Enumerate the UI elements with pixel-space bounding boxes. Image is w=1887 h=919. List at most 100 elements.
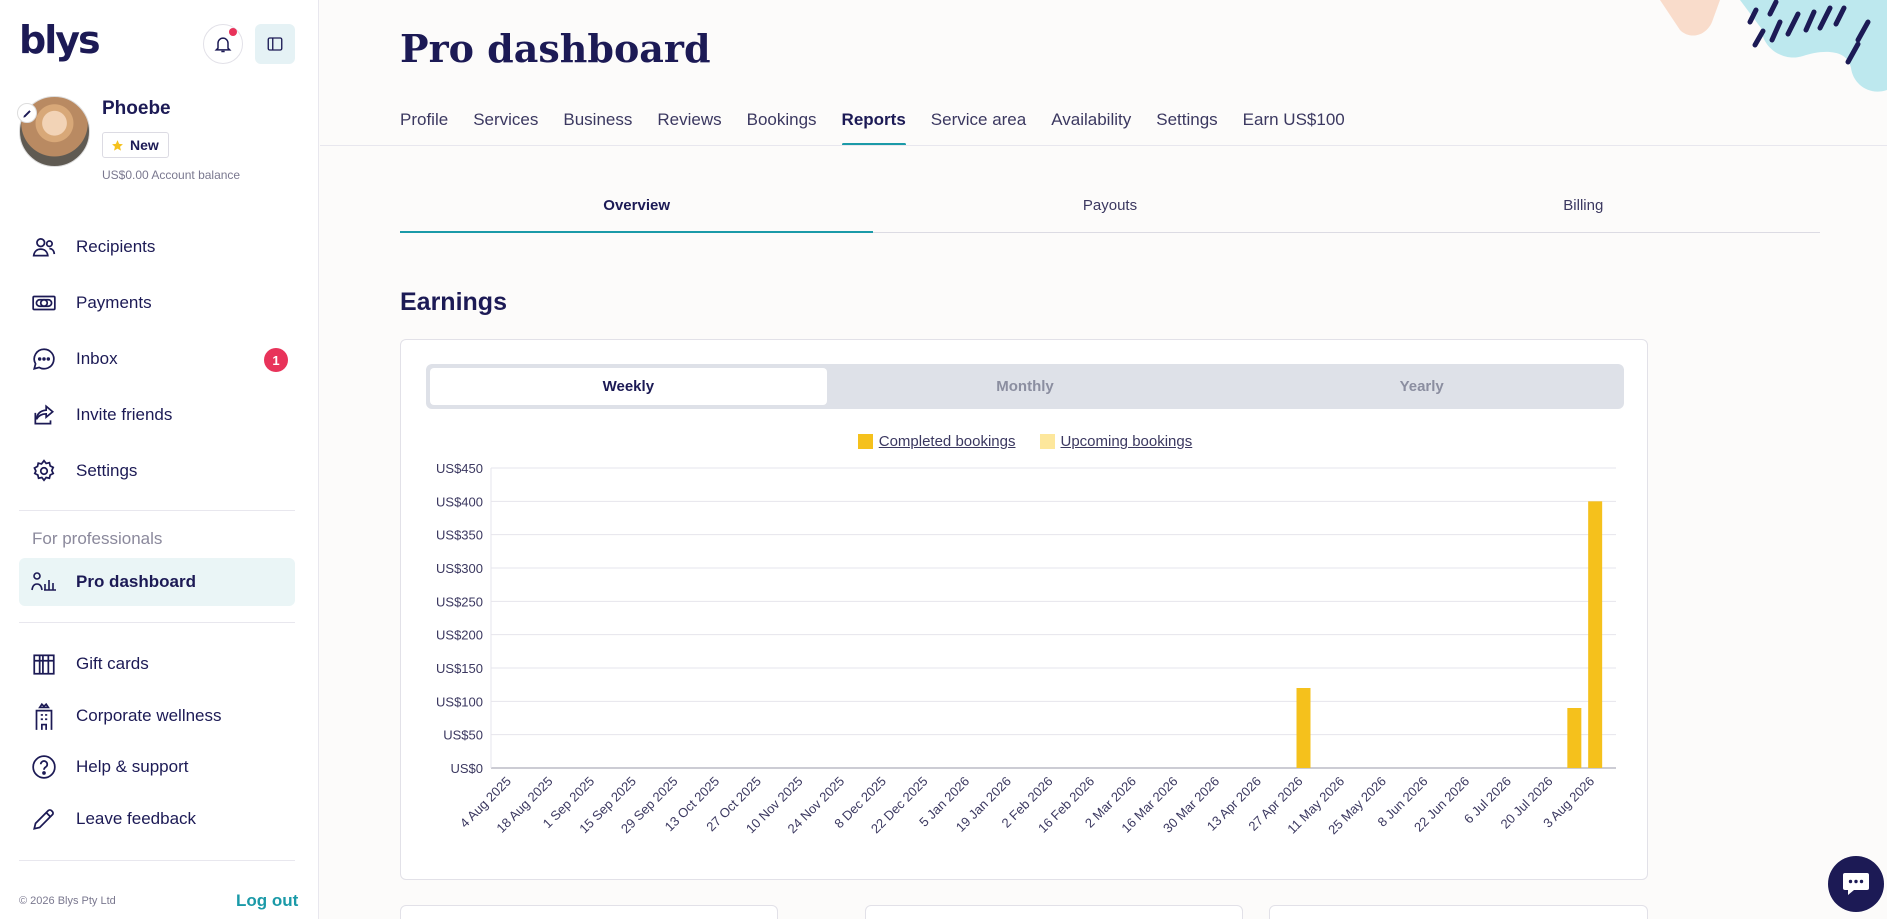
user-name: Phoebe	[102, 98, 171, 119]
logout-link[interactable]: Log out	[236, 891, 298, 911]
tab-availability[interactable]: Availability	[1051, 110, 1131, 145]
tab-settings[interactable]: Settings	[1156, 110, 1217, 145]
legend-label: Upcoming bookings	[1060, 433, 1193, 450]
sidebar-item-label: Recipients	[76, 237, 156, 256]
bell-icon	[214, 37, 232, 53]
sidebar-item-corporate-wellness[interactable]: Corporate wellness	[19, 692, 295, 740]
status-badge-label: New	[130, 137, 159, 153]
period-weekly-button[interactable]: Weekly	[430, 368, 827, 405]
main-tabs: Profile Services Business Reviews Bookin…	[400, 110, 1370, 146]
sidebar-item-label: Corporate wellness	[76, 706, 222, 725]
sidebar-item-leave-feedback[interactable]: Leave feedback	[19, 795, 295, 843]
legend-swatch	[1039, 434, 1055, 449]
sidebar-toggle-icon	[267, 37, 283, 51]
legend-swatch	[857, 434, 873, 449]
tab-services[interactable]: Services	[473, 110, 538, 145]
sidebar-item-label: Gift cards	[76, 654, 149, 673]
tab-earn[interactable]: Earn US$100	[1243, 110, 1345, 145]
sidebar-item-label: Payments	[76, 293, 152, 312]
sidebar-item-payments[interactable]: Payments	[19, 279, 295, 327]
sidebar-divider	[19, 510, 295, 511]
notification-dot	[229, 28, 237, 36]
balance-label: Account balance	[151, 168, 241, 182]
sidebar-item-pro-dashboard[interactable]: Pro dashboard	[19, 558, 295, 606]
earnings-card: Weekly Monthly Yearly Completed bookings…	[400, 339, 1648, 880]
sidebar-item-label: Invite friends	[76, 405, 173, 424]
tab-reports[interactable]: Reports	[841, 110, 907, 146]
main-content: Pro dashboard Profile Services Business …	[320, 0, 1887, 919]
y-tick-label: US$250	[436, 594, 483, 609]
chart-legend: Completed bookings Upcoming bookings	[401, 433, 1649, 450]
legend-label: Completed bookings	[878, 433, 1016, 450]
help-icon	[29, 752, 59, 782]
legend-upcoming-bookings[interactable]: Upcoming bookings	[1039, 433, 1193, 450]
sidebar-item-label: Inbox	[76, 349, 118, 368]
chat-bubble-icon	[29, 344, 59, 374]
legend-completed-bookings[interactable]: Completed bookings	[857, 433, 1016, 450]
cash-icon	[29, 288, 59, 318]
tab-bookings[interactable]: Bookings	[747, 110, 817, 145]
chat-icon	[1843, 873, 1869, 895]
sidebar-item-inbox[interactable]: Inbox 1	[19, 335, 295, 383]
building-icon	[29, 701, 59, 731]
live-chat-button[interactable]	[1828, 856, 1884, 912]
sidebar-item-label: Leave feedback	[76, 809, 197, 828]
notifications-button[interactable]	[203, 24, 243, 64]
sidebar-toggle-button[interactable]	[255, 24, 295, 64]
account-balance: US$0.00 Account balance	[102, 168, 240, 182]
section-label: For professionals	[32, 529, 163, 548]
subtab-billing[interactable]: Billing	[1347, 186, 1820, 232]
sidebar: blys Phoebe New US$0.00 Account balance …	[0, 0, 319, 919]
y-tick-label: US$150	[436, 661, 483, 676]
period-yearly-button[interactable]: Yearly	[1223, 368, 1620, 405]
tab-profile[interactable]: Profile	[400, 110, 448, 145]
status-badge: New	[102, 132, 169, 158]
users-icon	[29, 232, 59, 262]
sidebar-item-settings[interactable]: Settings	[19, 447, 295, 495]
y-tick-label: US$50	[443, 728, 483, 743]
pencil-icon	[29, 804, 59, 834]
tab-service-area[interactable]: Service area	[931, 110, 1026, 145]
copyright: © 2026 Blys Pty Ltd	[19, 895, 116, 907]
report-subtabs: Overview Payouts Billing	[400, 186, 1820, 233]
balance-amount: US$0.00	[102, 168, 149, 182]
y-tick-label: US$400	[436, 494, 483, 509]
decorative-pattern	[1660, 0, 1887, 92]
sidebar-item-label: Settings	[76, 461, 138, 480]
dashboard-icon	[29, 567, 59, 597]
sidebar-item-recipients[interactable]: Recipients	[19, 223, 295, 271]
sidebar-divider	[19, 860, 295, 861]
brand-logo[interactable]: blys	[19, 18, 101, 62]
period-monthly-button[interactable]: Monthly	[827, 368, 1224, 405]
tabs-divider	[320, 145, 1887, 146]
sidebar-divider	[19, 622, 295, 623]
edit-avatar-button[interactable]	[17, 103, 37, 123]
earnings-chart: US$0 US$50 US$100 US$150 US$200 US$250 US$300 U…	[436, 461, 1616, 837]
tab-business[interactable]: Business	[563, 110, 632, 145]
y-tick-label: US$450	[436, 461, 483, 476]
earnings-title: Earnings	[400, 288, 507, 316]
sidebar-item-help-support[interactable]: Help & support	[19, 743, 295, 791]
summary-card	[400, 905, 778, 919]
pencil-icon	[22, 109, 31, 118]
chart-bar	[1588, 501, 1603, 768]
sidebar-item-gift-cards[interactable]: Gift cards	[19, 640, 295, 688]
chart-bar	[1296, 688, 1311, 768]
y-tick-label: US$300	[436, 561, 483, 576]
share-icon	[29, 400, 59, 430]
subtab-payouts[interactable]: Payouts	[873, 186, 1346, 232]
app-window: blys Phoebe New US$0.00 Account balance …	[0, 0, 1887, 919]
y-tick-label: US$200	[436, 628, 483, 643]
sidebar-item-label: Pro dashboard	[76, 572, 196, 591]
page-title: Pro dashboard	[400, 26, 711, 71]
y-tick-label: US$350	[436, 528, 483, 543]
y-tick-label: US$0	[450, 761, 483, 776]
star-icon	[112, 139, 123, 151]
summary-card	[1269, 905, 1648, 919]
period-selector: Weekly Monthly Yearly	[426, 364, 1624, 409]
tab-reviews[interactable]: Reviews	[657, 110, 721, 145]
sidebar-item-label: Help & support	[76, 757, 189, 776]
subtab-overview[interactable]: Overview	[400, 186, 874, 233]
sidebar-item-invite-friends[interactable]: Invite friends	[19, 391, 295, 439]
y-tick-label: US$100	[436, 694, 483, 709]
